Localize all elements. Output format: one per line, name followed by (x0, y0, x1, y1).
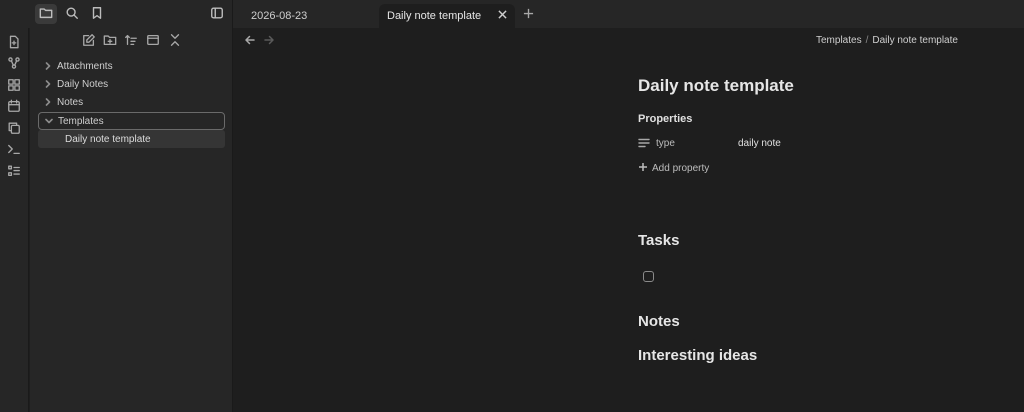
plus-icon (638, 162, 648, 175)
note-title[interactable]: Daily note template (638, 76, 794, 96)
add-property-button[interactable]: Add property (638, 161, 709, 175)
chevron-right-icon (41, 95, 55, 109)
daily-note-button[interactable] (7, 99, 21, 113)
search-button[interactable] (61, 4, 83, 24)
bookmarks-button[interactable] (86, 4, 108, 24)
grid-icon (7, 79, 21, 95)
files-view-button[interactable] (35, 4, 57, 24)
open-quick-switcher-button[interactable] (7, 35, 21, 49)
sort-icon (124, 34, 138, 50)
tab-label: 2026-08-23 (251, 10, 308, 22)
calendar-icon (7, 99, 21, 116)
sort-button[interactable] (124, 33, 138, 47)
new-note-button[interactable] (82, 33, 96, 47)
property-value[interactable]: daily note (738, 138, 781, 149)
breadcrumb-separator: / (865, 35, 869, 46)
file-explorer: Attachments Daily Notes Notes Templates … (30, 28, 233, 412)
title-bar: 2026-08-23 Daily note template (0, 0, 1024, 28)
edit-icon (82, 34, 96, 50)
terminal-icon (7, 144, 21, 159)
bases-button[interactable] (7, 164, 21, 178)
chevron-down-icon (42, 114, 56, 128)
breadcrumb-current[interactable]: Daily note template (872, 35, 958, 46)
navigate-back-button[interactable] (244, 34, 256, 46)
folder-label: Templates (58, 115, 104, 127)
navigate-forward-button[interactable] (263, 34, 275, 46)
collapse-all-button[interactable] (168, 33, 182, 47)
folder-daily-notes[interactable]: Daily Notes (38, 75, 225, 93)
property-key[interactable]: type (656, 138, 675, 149)
close-icon (497, 10, 507, 22)
chevron-right-icon (41, 59, 55, 73)
file-daily-note-template[interactable]: Daily note template (38, 130, 225, 148)
list-icon (7, 165, 21, 181)
tab-daily-note-template[interactable]: Daily note template (379, 4, 515, 28)
folder-icon (39, 6, 53, 23)
tab-label: Daily note template (387, 10, 482, 22)
folder-notes[interactable]: Notes (38, 93, 225, 111)
arrow-right-icon (263, 34, 275, 49)
canvas-button[interactable] (7, 78, 21, 92)
task-checkbox[interactable] (643, 271, 654, 282)
copy-icon (7, 122, 21, 138)
folder-label: Daily Notes (57, 78, 109, 90)
plus-icon (523, 7, 534, 22)
arrow-left-icon (244, 34, 256, 49)
folder-templates[interactable]: Templates (38, 112, 225, 130)
bookmark-icon (90, 6, 104, 23)
editor-pane: Templates / Daily note template Daily no… (234, 28, 1024, 412)
templates-button[interactable] (7, 121, 21, 135)
auto-reveal-button[interactable] (146, 33, 160, 47)
folder-label: Attachments (57, 60, 113, 72)
command-palette-button[interactable] (7, 142, 21, 156)
graph-view-button[interactable] (7, 56, 21, 70)
collapse-icon (168, 34, 182, 50)
file-label: Daily note template (65, 133, 151, 145)
heading-interesting-ideas[interactable]: Interesting ideas (638, 347, 757, 364)
text-lines-icon (638, 137, 650, 149)
breadcrumb-parent[interactable]: Templates (816, 35, 862, 46)
property-row-type[interactable]: type daily note (638, 136, 838, 152)
folder-label: Notes (57, 96, 84, 108)
new-folder-button[interactable] (103, 33, 117, 47)
add-property-label: Add property (652, 162, 710, 174)
file-icon (7, 35, 21, 52)
toggle-sidebar-button[interactable] (206, 4, 228, 24)
window-icon (146, 34, 160, 50)
close-tab-button[interactable] (495, 9, 509, 23)
heading-tasks[interactable]: Tasks (638, 232, 679, 249)
heading-notes[interactable]: Notes (638, 313, 680, 330)
graph-icon (7, 57, 21, 73)
new-tab-button[interactable] (520, 6, 536, 22)
properties-heading[interactable]: Properties (638, 113, 692, 125)
left-ribbon (0, 28, 29, 412)
chevron-right-icon (41, 77, 55, 91)
sidebar-toggle-icon (210, 6, 224, 23)
folder-attachments[interactable]: Attachments (38, 57, 225, 75)
tab-2026-08-23[interactable]: 2026-08-23 (243, 4, 363, 28)
search-icon (65, 6, 79, 23)
breadcrumb: Templates / Daily note template (816, 35, 958, 46)
folder-plus-icon (103, 35, 117, 50)
sidebar-header (0, 0, 233, 28)
